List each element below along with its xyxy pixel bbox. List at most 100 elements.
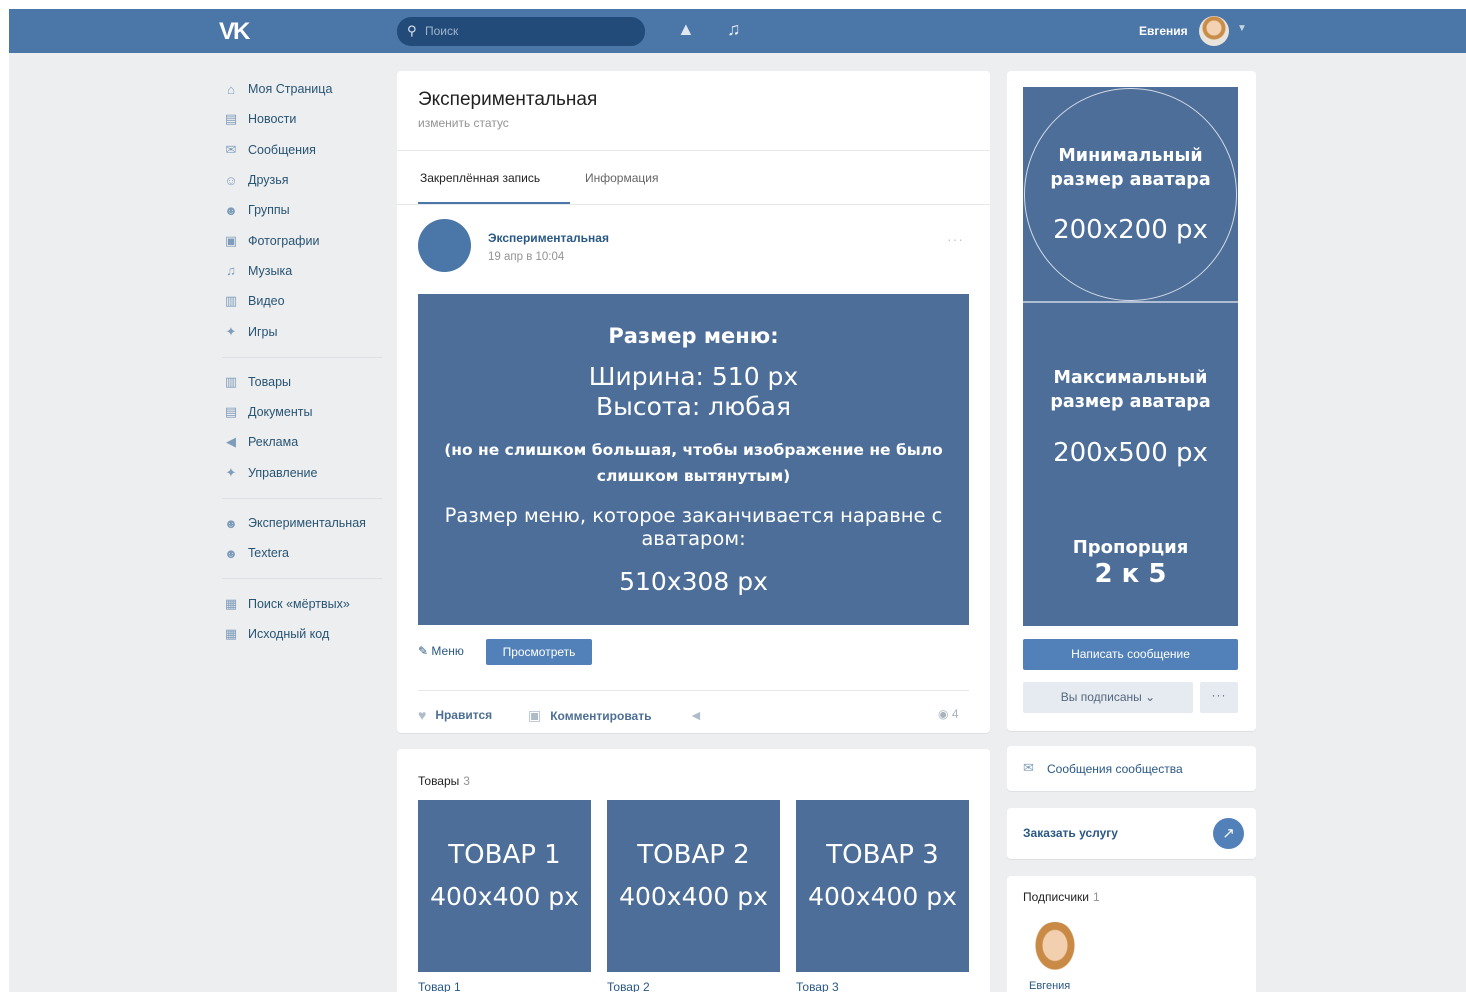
avatar-min-size: 200x200 px <box>1053 215 1208 245</box>
community-messages-card[interactable]: ✉ Сообщения сообщества <box>1007 746 1256 791</box>
bag-icon: ▥ <box>224 373 238 389</box>
subscriber-avatar[interactable] <box>1032 922 1078 974</box>
search-icon: ⚲ <box>407 23 417 38</box>
goods-count: 3 <box>463 774 470 788</box>
menu-image[interactable]: Размер меню: Ширина: 510 px Высота: люба… <box>418 294 969 625</box>
eye-icon: ◉ <box>938 707 952 721</box>
menu-link[interactable]: ✎ Меню <box>418 644 464 658</box>
goods-title-label: Товары <box>418 774 460 788</box>
arrow-up-right-icon[interactable]: ↗ <box>1213 818 1244 849</box>
bell-icon[interactable]: ▲ <box>677 19 695 40</box>
sidebar-item[interactable]: ◀ Реклама <box>214 427 394 457</box>
sidebar-item-label: Видео <box>248 294 285 309</box>
community-messages-link[interactable]: Сообщения сообщества <box>1047 762 1183 776</box>
sidebar-item-label: Документы <box>248 405 313 420</box>
friend-icon: ☺ <box>224 172 238 188</box>
menu-image-subtitle: Размер меню, которое заканчивается нарав… <box>444 504 943 550</box>
tab-pinned-post[interactable]: Закреплённая запись <box>420 171 540 185</box>
header-avatar[interactable] <box>1199 16 1229 46</box>
sidebar-item[interactable]: ☻ Группы <box>214 195 394 225</box>
sidebar-item[interactable]: ▤ Новости <box>214 104 394 134</box>
status-link[interactable]: изменить статус <box>418 116 509 130</box>
goods-item-size: 400x400 px <box>619 882 768 911</box>
megaphone-icon: ◀ <box>226 434 236 450</box>
sidebar-item-label: Музыка <box>248 263 293 278</box>
like-label: Нравится <box>435 708 493 722</box>
sidebar-item-label: Управление <box>248 465 318 480</box>
vk-logo[interactable]: VK <box>219 18 250 46</box>
tab-information[interactable]: Информация <box>585 171 658 185</box>
sidebar-item-label: Исходный код <box>248 626 330 641</box>
post-author-avatar[interactable] <box>418 219 471 272</box>
sidebar-item-label: Друзья <box>248 173 289 188</box>
menu-image-title: Размер меню: <box>608 324 779 348</box>
community-avatar[interactable]: Минимальный размер аватара 200x200 px Ма… <box>1023 87 1238 626</box>
sidebar-item[interactable]: ▥ Товары <box>214 367 394 397</box>
subscribers-title[interactable]: Подписчики 1 <box>1023 890 1100 904</box>
order-service-label: Заказать услугу <box>1023 826 1118 840</box>
divider <box>418 690 969 691</box>
subscribed-button[interactable]: Вы подписаны ⌄ <box>1023 682 1193 713</box>
goods-item-caption[interactable]: Товар 1 <box>418 980 461 992</box>
profile-card: Экспериментальная изменить статус Закреп… <box>397 71 990 733</box>
write-message-button[interactable]: Написать сообщение <box>1023 639 1238 670</box>
page-frame: VK ⚲ ▲ ♫ Евгения ▼ ⌂ Моя Страница ▤ Новости… <box>9 9 1466 992</box>
app-icon: ▦ <box>224 625 238 641</box>
sidebar-item[interactable]: ✦ Игры <box>214 316 394 346</box>
messages-icon: ✉ <box>225 141 237 157</box>
group-icon: ☻ <box>224 515 238 531</box>
subscriber-name[interactable]: Евгения <box>1029 980 1070 992</box>
more-icon[interactable]: ··· <box>947 231 964 247</box>
sidebar-item-label: Новости <box>248 112 297 127</box>
view-button[interactable]: Просмотреть <box>486 639 592 665</box>
document-icon: ▤ <box>224 404 238 420</box>
divider <box>397 204 990 205</box>
sidebar-item[interactable]: ▤ Документы <box>214 397 394 427</box>
goods-item-1[interactable]: ТОВАР 1 400x400 px <box>418 800 591 972</box>
header-user-name[interactable]: Евгения <box>1139 24 1188 38</box>
post-date[interactable]: 19 апр в 10:04 <box>488 251 564 263</box>
sidebar-item[interactable]: ▦ Исходный код <box>214 619 394 649</box>
sidebar-item[interactable]: ☻ Textera <box>214 538 394 568</box>
goods-item-2[interactable]: ТОВАР 2 400x400 px <box>607 800 780 972</box>
post-author-name[interactable]: Экспериментальная <box>488 231 609 245</box>
music-icon[interactable]: ♫ <box>727 19 741 40</box>
music-icon: ♫ <box>226 263 236 279</box>
views-count: ◉ 4 <box>938 707 959 721</box>
share-button[interactable]: ◄ <box>689 707 703 723</box>
sidebar-item[interactable]: ♫ Музыка <box>214 256 394 286</box>
sidebar-item[interactable]: ▥ Видео <box>214 286 394 316</box>
camera-icon: ▣ <box>224 232 238 248</box>
sidebar-item-label: Игры <box>248 324 278 339</box>
goods-item-caption[interactable]: Товар 2 <box>607 980 650 992</box>
sidebar-item[interactable]: ▦ Поиск «мёртвых» <box>214 588 394 618</box>
goods-title[interactable]: Товары 3 <box>418 774 470 788</box>
sidebar-item[interactable]: ▣ Фотографии <box>214 225 394 255</box>
games-icon: ✦ <box>225 323 237 339</box>
sidebar-item[interactable]: ✉ Сообщения <box>214 135 394 165</box>
goods-item-3[interactable]: ТОВАР 3 400x400 px <box>796 800 969 972</box>
chevron-down-icon[interactable]: ▼ <box>1237 23 1247 34</box>
like-button[interactable]: ♥ Нравится <box>418 707 492 723</box>
gamepad-icon: ✦ <box>225 464 237 480</box>
goods-item-name: ТОВАР 3 <box>826 840 939 870</box>
nav-divider <box>222 497 382 499</box>
comment-button[interactable]: ▣ Комментировать <box>528 707 651 724</box>
groups-icon: ☻ <box>224 202 238 218</box>
avatar-max-size: 200x500 px <box>1053 438 1208 468</box>
sidebar-item[interactable]: ☺ Друзья <box>214 165 394 195</box>
sidebar-item-label: Фотографии <box>248 233 320 248</box>
avatar-crop-circle <box>1024 88 1237 301</box>
avatar-max-label: Максимальный размер аватара <box>1050 368 1211 412</box>
video-icon: ▥ <box>224 293 238 309</box>
goods-item-caption[interactable]: Товар 3 <box>796 980 839 992</box>
sidebar-item[interactable]: ☻ Экспериментальная <box>214 508 394 538</box>
order-service-card[interactable]: Заказать услугу ↗ <box>1007 808 1256 859</box>
nav-divider <box>222 578 382 580</box>
search-input[interactable] <box>425 22 625 40</box>
sidebar-item-label: Textera <box>248 546 289 561</box>
more-actions-button[interactable]: ··· <box>1200 682 1238 713</box>
sidebar-item[interactable]: ✦ Управление <box>214 458 394 488</box>
sidebar-item[interactable]: ⌂ Моя Страница <box>214 74 394 104</box>
search-box[interactable]: ⚲ <box>397 17 645 46</box>
